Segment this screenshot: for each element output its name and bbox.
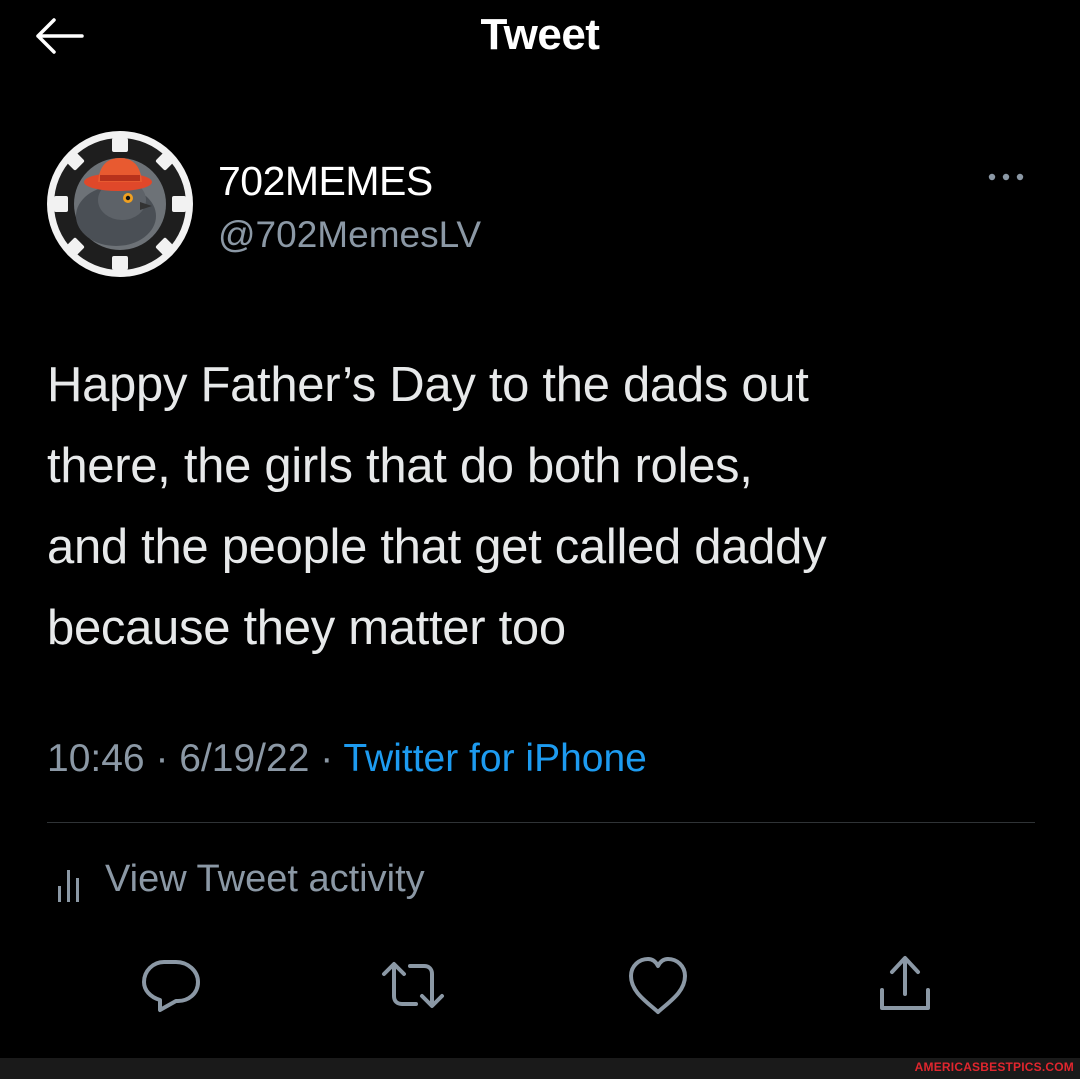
tweet-time: 10:46: [47, 737, 145, 780]
bar-chart-icon: [58, 870, 79, 902]
watermark: AMERICASBESTPICS.COM: [914, 1060, 1074, 1074]
avatar[interactable]: [46, 130, 194, 278]
more-dots-icon: [988, 173, 1024, 181]
poker-chip-pigeon-avatar: [47, 131, 193, 277]
display-name[interactable]: 702MEMES: [218, 158, 433, 205]
reply-icon: [142, 960, 200, 1012]
page-title: Tweet: [480, 10, 600, 59]
tweet-text: Happy Father’s Day to the dads out there…: [47, 358, 827, 655]
meta-separator: ·: [144, 737, 180, 780]
retweet-button[interactable]: [378, 950, 448, 1020]
activity-label: View Tweet activity: [105, 858, 425, 900]
watermark-bar: AMERICASBESTPICS.COM: [0, 1058, 1080, 1079]
share-icon: [880, 956, 930, 1010]
meta-separator: ·: [309, 737, 344, 780]
divider: [47, 822, 1035, 823]
tweet-author: 702MEMES @702MemesLV: [46, 128, 1036, 283]
share-button[interactable]: [870, 950, 940, 1020]
like-button[interactable]: [623, 950, 693, 1020]
tweet-date[interactable]: 6/19/22: [179, 737, 309, 780]
tweet-metadata: 10:46 · 6/19/22 · Twitter for iPhone: [47, 737, 647, 781]
more-options-button[interactable]: [976, 162, 1036, 192]
user-handle[interactable]: @702MemesLV: [218, 214, 481, 256]
heart-icon: [629, 957, 687, 1014]
reply-button[interactable]: [136, 950, 206, 1020]
retweet-icon: [382, 962, 444, 1008]
tweet-source-link[interactable]: Twitter for iPhone: [343, 737, 646, 780]
top-bar: Tweet: [0, 0, 1080, 72]
